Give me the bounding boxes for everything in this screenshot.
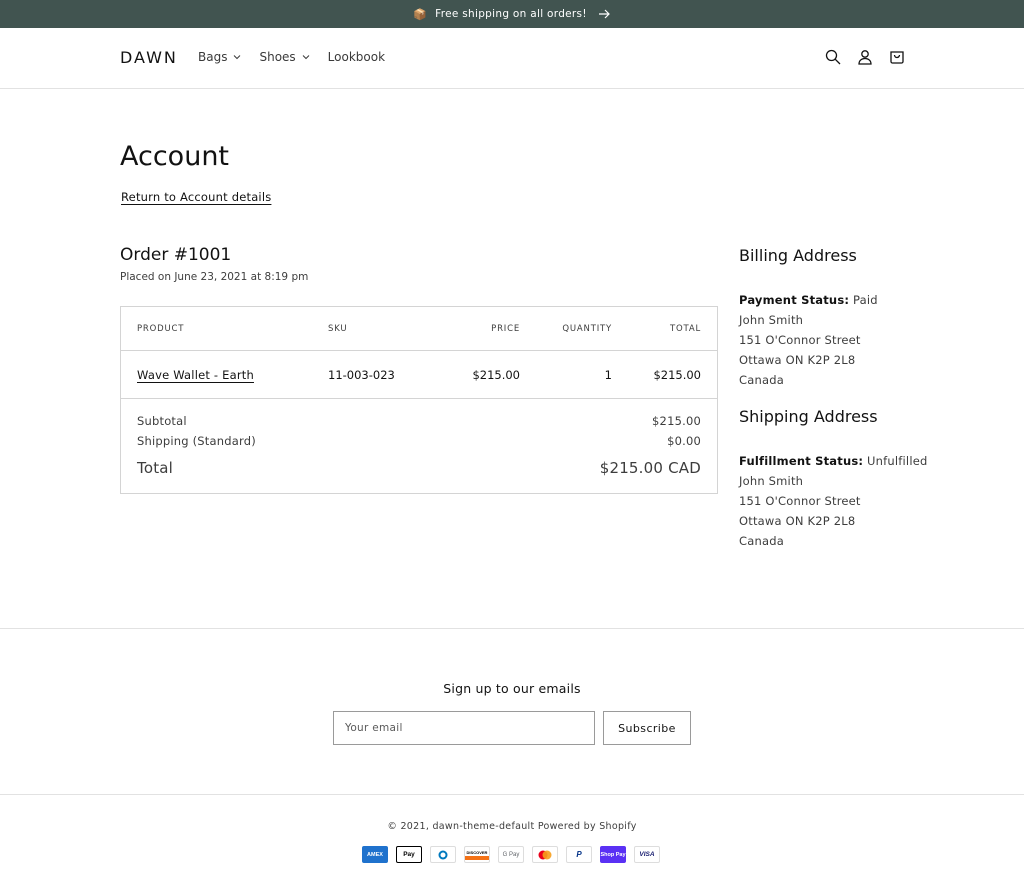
cart-icon[interactable]: [888, 48, 906, 66]
apple-pay-icon: Pay: [396, 846, 422, 863]
billing-street: 151 O'Connor Street: [739, 333, 861, 347]
nav-label: Shoes: [259, 50, 296, 64]
shop-pay-icon: Shop Pay: [600, 846, 626, 863]
nav-item-shoes[interactable]: Shoes: [259, 50, 310, 64]
package-icon: 📦: [413, 7, 428, 21]
footer-divider: [0, 628, 1024, 629]
nav-item-bags[interactable]: Bags: [198, 50, 241, 64]
payment-status: Payment Status: Paid: [739, 290, 878, 310]
product-price: $215.00: [472, 368, 520, 382]
order-date: Placed on June 23, 2021 at 8:19 pm: [120, 271, 309, 283]
announcement-text: Free shipping on all orders!: [435, 8, 587, 20]
shipping-street: 151 O'Connor Street: [739, 494, 861, 508]
column-header-product: PRODUCT: [137, 324, 185, 334]
diners-club-icon: [430, 846, 456, 863]
chevron-down-icon: [234, 55, 241, 60]
nav-label: Lookbook: [327, 50, 386, 64]
payment-icons: AMEX Pay DISCOVER G Pay P Shop Pay VISA: [362, 846, 660, 863]
billing-country: Canada: [739, 373, 784, 387]
column-header-total: TOTAL: [670, 324, 701, 334]
site-header: DAWN Bags Shoes Lookbook: [0, 28, 1024, 89]
page-title: Account: [120, 141, 230, 172]
column-header-sku: SKU: [328, 324, 348, 334]
column-header-quantity: QUANTITY: [562, 324, 612, 334]
payment-status-label: Payment Status:: [739, 293, 850, 307]
newsletter-title: Sign up to our emails: [443, 681, 581, 696]
shipping-name: John Smith: [739, 474, 804, 488]
nav-label: Bags: [198, 50, 228, 64]
arrow-right-icon: [598, 9, 610, 19]
shipping-city: Ottawa ON K2P 2L8: [739, 514, 856, 528]
order-title: Order #1001: [120, 245, 232, 265]
fulfillment-status: Fulfillment Status: Unfulfilled: [739, 451, 928, 471]
fulfillment-status-label: Fulfillment Status:: [739, 454, 864, 468]
header-icons: [824, 48, 906, 66]
billing-heading: Billing Address: [739, 246, 857, 265]
nav-item-lookbook[interactable]: Lookbook: [328, 50, 385, 64]
search-icon[interactable]: [824, 48, 842, 66]
product-link[interactable]: Wave Wallet - Earth: [137, 368, 254, 382]
table-header: PRODUCT SKU PRICE QUANTITY TOTAL: [121, 307, 717, 351]
table-row: Wave Wallet - Earth 11-003-023 $215.00 1…: [121, 351, 717, 399]
visa-icon: VISA: [634, 846, 660, 863]
shipping-label: Shipping (Standard): [137, 434, 256, 448]
shipping-country: Canada: [739, 534, 784, 548]
payment-status-value: Paid: [853, 293, 878, 307]
amex-icon: AMEX: [362, 846, 388, 863]
product-quantity: 1: [604, 368, 612, 382]
google-pay-icon: G Pay: [498, 846, 524, 863]
discover-icon: DISCOVER: [464, 846, 490, 863]
account-icon[interactable]: [856, 48, 874, 66]
product-sku: 11-003-023: [328, 368, 395, 382]
mastercard-icon: [532, 846, 558, 863]
column-header-price: PRICE: [491, 324, 520, 334]
copyright: © 2021, dawn-theme-default Powered by Sh…: [387, 821, 637, 832]
return-to-account-link[interactable]: Return to Account details: [121, 190, 271, 204]
subtotal-label: Subtotal: [137, 414, 187, 428]
order-table: PRODUCT SKU PRICE QUANTITY TOTAL Wave Wa…: [120, 306, 718, 494]
subscribe-button[interactable]: Subscribe: [603, 711, 691, 745]
billing-city: Ottawa ON K2P 2L8: [739, 353, 856, 367]
shipping-heading: Shipping Address: [739, 407, 878, 426]
footer-bottom-divider: [0, 794, 1024, 795]
billing-address: Payment Status: Paid John Smith 151 O'Co…: [739, 290, 878, 390]
product-total: $215.00: [653, 368, 701, 382]
announcement-bar[interactable]: 📦 Free shipping on all orders!: [0, 0, 1024, 28]
paypal-icon: P: [566, 846, 592, 863]
billing-name: John Smith: [739, 313, 804, 327]
shipping-value: $0.00: [667, 434, 701, 448]
subtotal-row: Subtotal $215.00: [137, 414, 701, 428]
total-label: Total: [137, 459, 174, 477]
fulfillment-status-value: Unfulfilled: [867, 454, 928, 468]
logo[interactable]: DAWN: [120, 48, 178, 67]
email-field[interactable]: [333, 711, 595, 745]
main-nav: Bags Shoes Lookbook: [198, 50, 385, 64]
total-row: Total $215.00 CAD: [137, 459, 701, 477]
shipping-address: Fulfillment Status: Unfulfilled John Smi…: [739, 451, 928, 551]
subtotal-value: $215.00: [652, 414, 701, 428]
shipping-row: Shipping (Standard) $0.00: [137, 434, 701, 448]
chevron-down-icon: [302, 55, 310, 60]
total-value: $215.00 CAD: [599, 459, 701, 477]
